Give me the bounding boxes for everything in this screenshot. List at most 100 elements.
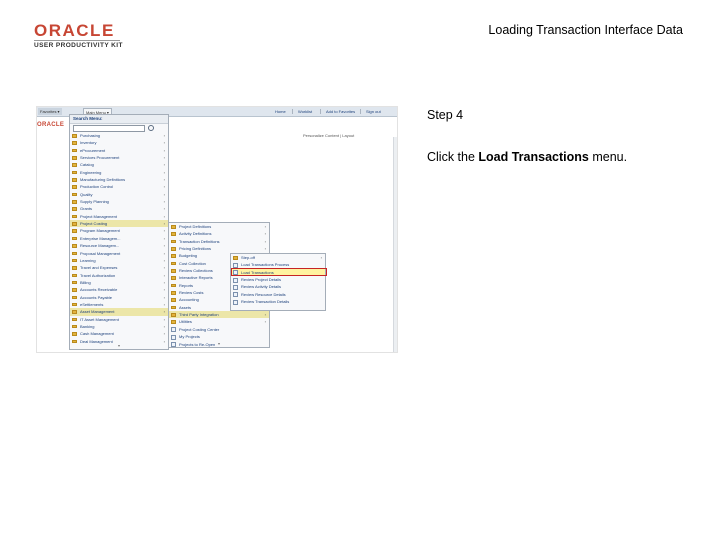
menu3-item[interactable]: Review Transaction Details [231, 298, 325, 305]
page-icon [233, 277, 238, 283]
menu2-item[interactable]: My Projects [169, 333, 269, 340]
menu1-item-label: Accounts Receivable [80, 287, 118, 293]
folder-icon [72, 141, 77, 145]
menu1-item[interactable]: Supply Planning › [70, 198, 168, 205]
menu2-item-label: Pricing Definitions [179, 246, 212, 252]
menu1-item[interactable]: Asset Management › [70, 308, 168, 316]
menu1-item-label: Travel Authorization [80, 272, 116, 278]
home-link[interactable]: Home [275, 108, 286, 115]
submenu-arrow-icon: › [163, 162, 165, 168]
menu2-item[interactable]: Utilities › [169, 318, 269, 325]
menu1-item[interactable]: Travel Authorization › [70, 272, 168, 279]
menu1-item[interactable]: Quality › [70, 191, 168, 198]
menu1-item[interactable]: Program Management › [70, 227, 168, 234]
menu3-item-label: Review Activity Details [241, 284, 282, 290]
folder-icon [171, 305, 176, 310]
menu2-item[interactable]: Project Definitions › [169, 223, 269, 230]
menu1-item-label: Banking [80, 323, 95, 329]
submenu-arrow-icon: › [163, 331, 165, 337]
menu1-item[interactable]: Learning › [70, 257, 168, 264]
submenu-arrow-icon: › [264, 231, 266, 237]
application-screenshot: Favorites ▾ Main Menu ▾ Home Worklist Ad… [36, 106, 398, 353]
menu2-item[interactable]: Pricing Definitions › [169, 245, 269, 252]
menu1-item[interactable]: Proposal Management › [70, 250, 168, 257]
personalize-link[interactable]: Personalize Content | Layout [303, 133, 354, 138]
menu2-item[interactable]: Activity Definitions › [169, 230, 269, 237]
submenu-arrow-icon: › [320, 255, 322, 260]
submenu-arrow-icon: › [163, 316, 165, 322]
worklist-link[interactable]: Worklist [298, 108, 312, 115]
menu2-item-label: Reports [179, 282, 194, 288]
menu1-item[interactable]: Accounts Receivable › [70, 286, 168, 293]
page-icon [233, 284, 238, 290]
menu1-item[interactable]: eProcurement › [70, 147, 168, 154]
menu1-item[interactable]: Enterprise Managem... › [70, 235, 168, 242]
menu1-item-label: Supply Planning [80, 199, 109, 205]
menu1-item[interactable]: Manufacturing Definitions › [70, 176, 168, 183]
menu1-item[interactable]: Production Control › [70, 183, 168, 190]
menu1-list: Purchasing › Inventory › eProcurement › Servic… [70, 132, 168, 345]
menu1-item[interactable]: Resource Managem... › [70, 242, 168, 249]
menu3-item[interactable]: Review Activity Details [231, 283, 325, 290]
page-scrollbar[interactable] [393, 137, 397, 352]
menu1-item[interactable]: Project Costing › [70, 220, 168, 228]
folder-icon [72, 310, 77, 314]
logo-oracle-text: ORACLE [34, 21, 115, 40]
menu1-item-label: Travel and Expenses [80, 265, 118, 271]
menu1-item[interactable]: Grants › [70, 205, 168, 212]
menu2-item[interactable]: Third Party Integration › [169, 311, 269, 319]
search-input[interactable] [73, 125, 145, 132]
folder-icon [72, 273, 77, 278]
menu1-item[interactable]: Engineering › [70, 169, 168, 176]
topbar-separator [320, 109, 321, 114]
menu3-item[interactable]: Review Resource Details [231, 291, 325, 298]
menu1-item[interactable]: Inventory › [70, 139, 168, 146]
document-title: Loading Transaction Interface Data [488, 23, 683, 37]
submenu-arrow-icon: › [264, 319, 266, 325]
sign-out-link[interactable]: Sign out [366, 108, 381, 115]
menu2-item-label: Review Costs [179, 290, 204, 296]
submenu-arrow-icon: › [163, 250, 165, 256]
menu2-item[interactable]: Transaction Definitions › [169, 238, 269, 245]
more-items-icon[interactable]: ▾ [169, 341, 269, 347]
menu1-item-label: Accounts Payable [80, 294, 113, 300]
menu1-item[interactable]: Purchasing › [70, 132, 168, 139]
menu1-item[interactable]: eSettlements › [70, 301, 168, 308]
third-party-integration-submenu: Step-off › Load Transactions Process Load T… [230, 253, 326, 311]
menu1-item-label: eProcurement [80, 147, 106, 153]
menu1-item[interactable]: Accounts Payable › [70, 294, 168, 301]
favorites-menu[interactable]: Favorites ▾ [38, 108, 62, 115]
folder-icon [72, 251, 77, 255]
menu1-item-label: Inventory [80, 140, 97, 146]
instruction-prefix: Click the [427, 150, 479, 164]
menu2-item[interactable]: Project Costing Center [169, 326, 269, 333]
menu1-item[interactable]: Travel and Expenses › [70, 264, 168, 271]
folder-icon [72, 170, 77, 175]
more-items-icon[interactable]: ▾ [70, 343, 168, 349]
submenu-arrow-icon: › [163, 169, 165, 175]
menu1-item-label: Grants [80, 206, 93, 212]
menu1-item[interactable]: Billing › [70, 279, 168, 286]
menu1-item[interactable]: Services Procurement › [70, 154, 168, 161]
menu1-item-label: Program Management [80, 228, 120, 234]
add-to-favorites-link[interactable]: Add to Favorites [326, 108, 355, 115]
menu1-item[interactable]: IT Asset Management › [70, 316, 168, 323]
folder-icon [171, 291, 176, 295]
folder-icon [72, 185, 77, 189]
menu1-item[interactable]: Project Management › [70, 213, 168, 220]
menu3-item[interactable]: Step-off › [231, 254, 325, 261]
submenu-arrow-icon: › [163, 199, 165, 205]
search-menu-label: Search Menu: [70, 115, 168, 124]
menu1-item[interactable]: Catalog › [70, 161, 168, 168]
menu1-item-label: Billing [80, 279, 91, 285]
menu1-item[interactable]: Cash Management › [70, 330, 168, 337]
menu2-item-label: Accounting [179, 297, 199, 303]
menu2-item-label: Budgeting [179, 253, 198, 259]
step-label: Step 4 [427, 108, 464, 122]
menu3-item[interactable]: Review Project Details [231, 276, 325, 283]
menu1-item[interactable]: Banking › [70, 323, 168, 330]
folder-icon [233, 256, 238, 260]
search-icon[interactable] [148, 125, 154, 131]
menu2-item-label: My Projects [179, 334, 200, 340]
folder-icon [171, 232, 176, 236]
